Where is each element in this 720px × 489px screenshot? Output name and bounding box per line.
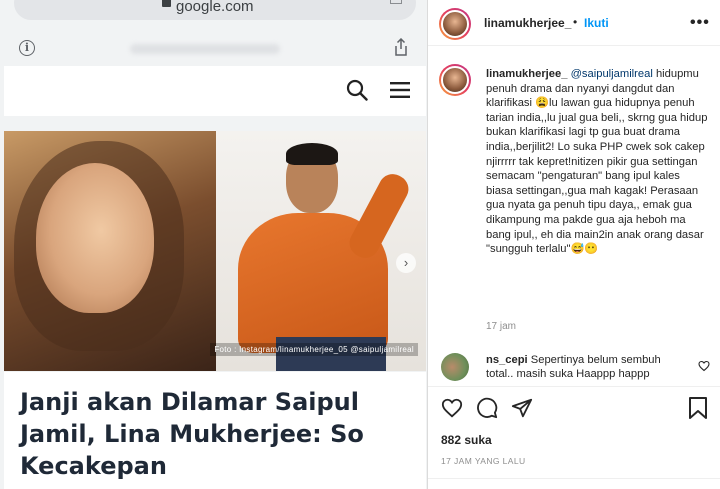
comment-avatar[interactable] — [441, 353, 469, 381]
likes-count[interactable]: 882 suka — [441, 433, 492, 447]
article-photo[interactable]: › Foto : Instagram/linamukherjee_05 @sai… — [4, 131, 426, 371]
menu-icon[interactable] — [390, 81, 410, 99]
browser-toolbar: i — [0, 30, 427, 64]
blurred-text — [130, 44, 280, 54]
comment-username[interactable]: ns_cepi — [486, 354, 528, 366]
search-icon[interactable] — [346, 79, 368, 101]
tab-icon[interactable] — [390, 0, 402, 4]
avatar[interactable] — [439, 8, 471, 40]
share-icon[interactable] — [511, 397, 533, 419]
post-date: 17 JAM YANG LALU — [441, 456, 526, 466]
article-screenshot: google.com i › Foto: Instagram/linamukh… — [0, 0, 428, 489]
comment-icon[interactable] — [476, 397, 498, 419]
browser-url: google.com — [176, 0, 254, 15]
browser-url-bar[interactable]: google.com — [14, 0, 416, 20]
divider — [428, 386, 720, 387]
photo-man — [216, 131, 426, 371]
photo-face — [36, 163, 154, 313]
comment-heart-icon[interactable] — [698, 360, 710, 372]
post-caption: linamukherjee_ @saipuljamilreal hidupmu … — [486, 67, 708, 257]
more-options-icon[interactable]: ••• — [690, 14, 710, 32]
heart-icon[interactable] — [441, 397, 463, 419]
caption-text: hidupmu penuh drama dan nyanyi dangdut d… — [486, 68, 708, 256]
comment: ns_cepi Sepertinya belum sembuh total.. … — [486, 353, 686, 383]
post-header: linamukherjee_ • Ikuti ••• — [428, 0, 720, 46]
next-arrow-icon[interactable]: › — [396, 253, 416, 273]
post-username[interactable]: linamukherjee_ — [484, 16, 571, 30]
caption-mention[interactable]: @saipuljamilreal — [571, 68, 653, 80]
headline-container: Janji akan Dilamar Saipul Jamil, Lina Mu… — [4, 372, 426, 489]
separator-dot: • — [573, 15, 578, 29]
share-icon[interactable] — [394, 38, 408, 56]
bookmark-icon[interactable] — [688, 397, 708, 419]
photo-caption: Foto : Instagram/linamukherjee_05 @saipu… — [210, 343, 418, 356]
photo-man-hair — [286, 143, 338, 165]
lock-icon — [162, 0, 171, 7]
site-header — [4, 66, 426, 116]
info-icon[interactable]: i — [19, 40, 35, 56]
caption-avatar[interactable] — [439, 64, 471, 96]
caption-time: 17 jam — [486, 321, 517, 332]
follow-button[interactable]: Ikuti — [584, 16, 609, 30]
divider — [428, 478, 720, 479]
instagram-panel: linamukherjee_ • Ikuti ••• linamukherjee… — [428, 0, 720, 489]
article-headline: Janji akan Dilamar Saipul Jamil, Lina Mu… — [20, 388, 364, 480]
photo-woman — [4, 131, 216, 371]
caption-username[interactable]: linamukherjee_ — [486, 68, 567, 80]
